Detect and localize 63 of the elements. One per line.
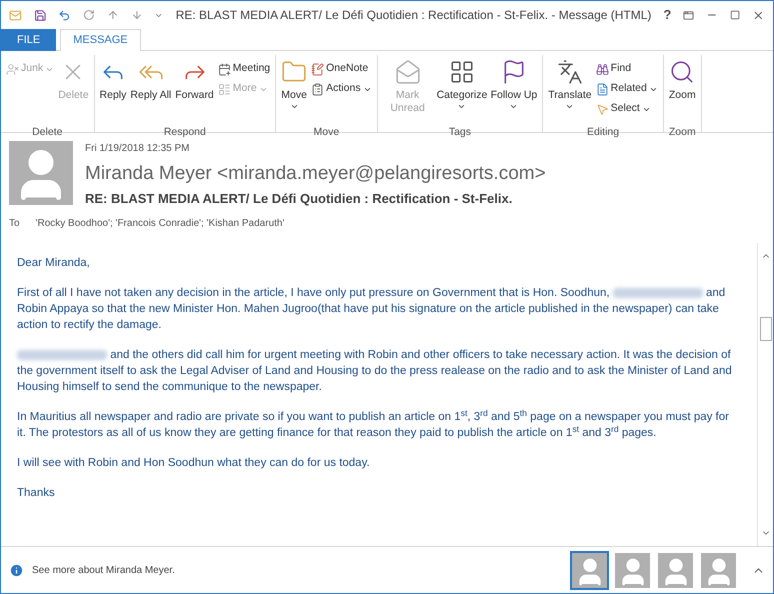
people-pane-link[interactable]: See more about Miranda Meyer. bbox=[32, 562, 564, 578]
message-paragraph: and the others did call him for urgent meeting with Robin and other officers to take necessary action. It was the decision of the government itself to ask the Legal Adviser of Land and Housing to do the press realease on the radio and to ask the Minister of Land and Housing himself to send the communique to the newspaper. bbox=[17, 348, 733, 395]
category-grid-icon bbox=[448, 59, 475, 85]
caret-icon bbox=[509, 102, 518, 111]
message-paragraph: First of all I have not taken any decision in the article, I have only put pressure on Government that is Hon. Soodhun, and Robin Appaya so that the new Minister Hon. Mahen Jugroo(that have put his signature on the article published in the newspaper) can take action to rectify the damage. bbox=[17, 286, 726, 333]
ribbon-button[interactable]: Follow Up bbox=[488, 55, 540, 125]
subject: RE: BLAST MEDIA ALERT/ Le Défi Quotidien : Rectification - St-Felix. bbox=[85, 190, 514, 208]
up-arrow-icon[interactable] bbox=[106, 8, 119, 22]
ribbon-button[interactable]: Meeting bbox=[216, 59, 272, 79]
ribbon-button[interactable]: Related bbox=[594, 79, 660, 99]
ribbon-button[interactable]: Reply bbox=[98, 55, 128, 125]
contact-photo[interactable] bbox=[701, 552, 736, 588]
ribbon-button[interactable]: OneNote bbox=[309, 59, 374, 79]
notebook-icon bbox=[311, 62, 324, 76]
avatar-placeholder bbox=[9, 141, 73, 205]
message-paragraph: Dear Miranda, bbox=[17, 256, 91, 271]
envelope-icon bbox=[394, 59, 421, 85]
redo-icon[interactable] bbox=[82, 8, 95, 22]
group-label: Move bbox=[312, 125, 340, 139]
save-icon[interactable] bbox=[34, 8, 46, 22]
message-paragraph: Thanks bbox=[17, 486, 56, 501]
ribbon-button[interactable]: Actions bbox=[309, 79, 374, 99]
caret-icon bbox=[565, 102, 574, 111]
ribbon-button[interactable]: Zoom bbox=[666, 55, 698, 125]
recipients: 'Rocky Boodhoo'; 'Francois Conradie'; 'Kishan Padaruth' bbox=[36, 217, 284, 231]
maximize-icon[interactable] bbox=[730, 9, 740, 21]
message-paragraph: In Mauritius all newspaper and radio are private so if you want to publish an article on 1$^{st}$, 3$^{rd}$ and 5$^{th}$ page on a newspaper you must pay for it. The protestors as all of us know they are getting finance for that reason they paid to publish the article on 1$^{st}$ and 3$^{rd}$ pages. bbox=[17, 409, 730, 441]
title-bar-button[interactable]: ? bbox=[663, 5, 672, 25]
message-paragraph: I will see with Robin and Hon Soodhun what they can do for us today. bbox=[17, 456, 371, 471]
down-arrow-icon[interactable] bbox=[130, 8, 142, 22]
caret-icon bbox=[457, 102, 466, 111]
to-label: To bbox=[9, 217, 20, 231]
document-icon bbox=[596, 82, 609, 96]
scrollbar[interactable] bbox=[757, 243, 773, 546]
ribbon-button[interactable]: Reply All bbox=[128, 55, 174, 125]
group-label: Zoom bbox=[668, 125, 697, 139]
group-label: Respond bbox=[162, 125, 207, 139]
contact-photo[interactable] bbox=[658, 552, 693, 588]
ribbon-button[interactable]: Categorize bbox=[434, 55, 489, 125]
ribbon-button[interactable]: Select bbox=[594, 99, 660, 119]
contact-photo[interactable] bbox=[615, 552, 650, 588]
info-icon bbox=[9, 562, 24, 578]
ribbon-tab[interactable]: MESSAGE bbox=[60, 29, 141, 51]
window-title: RE: BLAST MEDIA ALERT/ Le Défi Quotidien : Rectification - St-Felix. - Message (HTML) bbox=[176, 7, 652, 24]
ribbon-button[interactable]: Move bbox=[279, 55, 310, 125]
group-label: Editing bbox=[586, 125, 620, 139]
caret-icon bbox=[290, 102, 299, 111]
group-label: Delete bbox=[31, 125, 64, 139]
search-icon bbox=[669, 59, 696, 85]
ribbon-tab[interactable]: FILE bbox=[1, 29, 56, 51]
sender: Miranda Meyer <miranda.meyer@pelangiresorts.com> bbox=[85, 162, 546, 186]
scroll-thumb[interactable] bbox=[760, 317, 772, 341]
translate-icon bbox=[556, 59, 583, 85]
pointer-icon bbox=[596, 102, 609, 116]
undo-icon[interactable] bbox=[58, 8, 71, 22]
binoculars-icon bbox=[596, 62, 609, 76]
meeting-icon bbox=[218, 62, 231, 76]
ribbon-button[interactable]: Find bbox=[594, 59, 660, 79]
ribbon-button[interactable]: Translate bbox=[546, 55, 594, 125]
ribbon-button[interactable]: Forward bbox=[173, 55, 216, 125]
contact-photo[interactable] bbox=[572, 552, 607, 588]
group-label: Tags bbox=[448, 125, 472, 139]
sent-date: Fri 1/19/2018 12:35 PM bbox=[85, 142, 191, 156]
